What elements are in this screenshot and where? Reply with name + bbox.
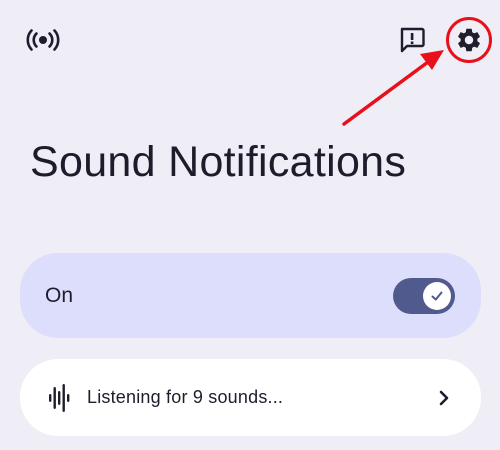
top-app-bar — [0, 0, 500, 80]
check-icon — [431, 291, 443, 300]
page-title: Sound Notifications — [30, 138, 407, 186]
main-toggle-switch[interactable] — [393, 277, 455, 314]
chevron-right-icon — [437, 388, 451, 408]
listening-sounds-row[interactable]: Listening for 9 sounds... — [20, 359, 481, 436]
settings-gear-icon[interactable] — [446, 17, 492, 63]
main-toggle-card[interactable]: On — [20, 253, 481, 338]
toggle-knob — [423, 281, 451, 310]
listening-sounds-label: Listening for 9 sounds... — [87, 387, 284, 407]
live-broadcast-icon[interactable] — [24, 24, 62, 56]
audio-waveform-icon — [48, 383, 70, 412]
main-toggle-label: On — [45, 283, 74, 307]
feedback-icon[interactable] — [392, 20, 432, 60]
